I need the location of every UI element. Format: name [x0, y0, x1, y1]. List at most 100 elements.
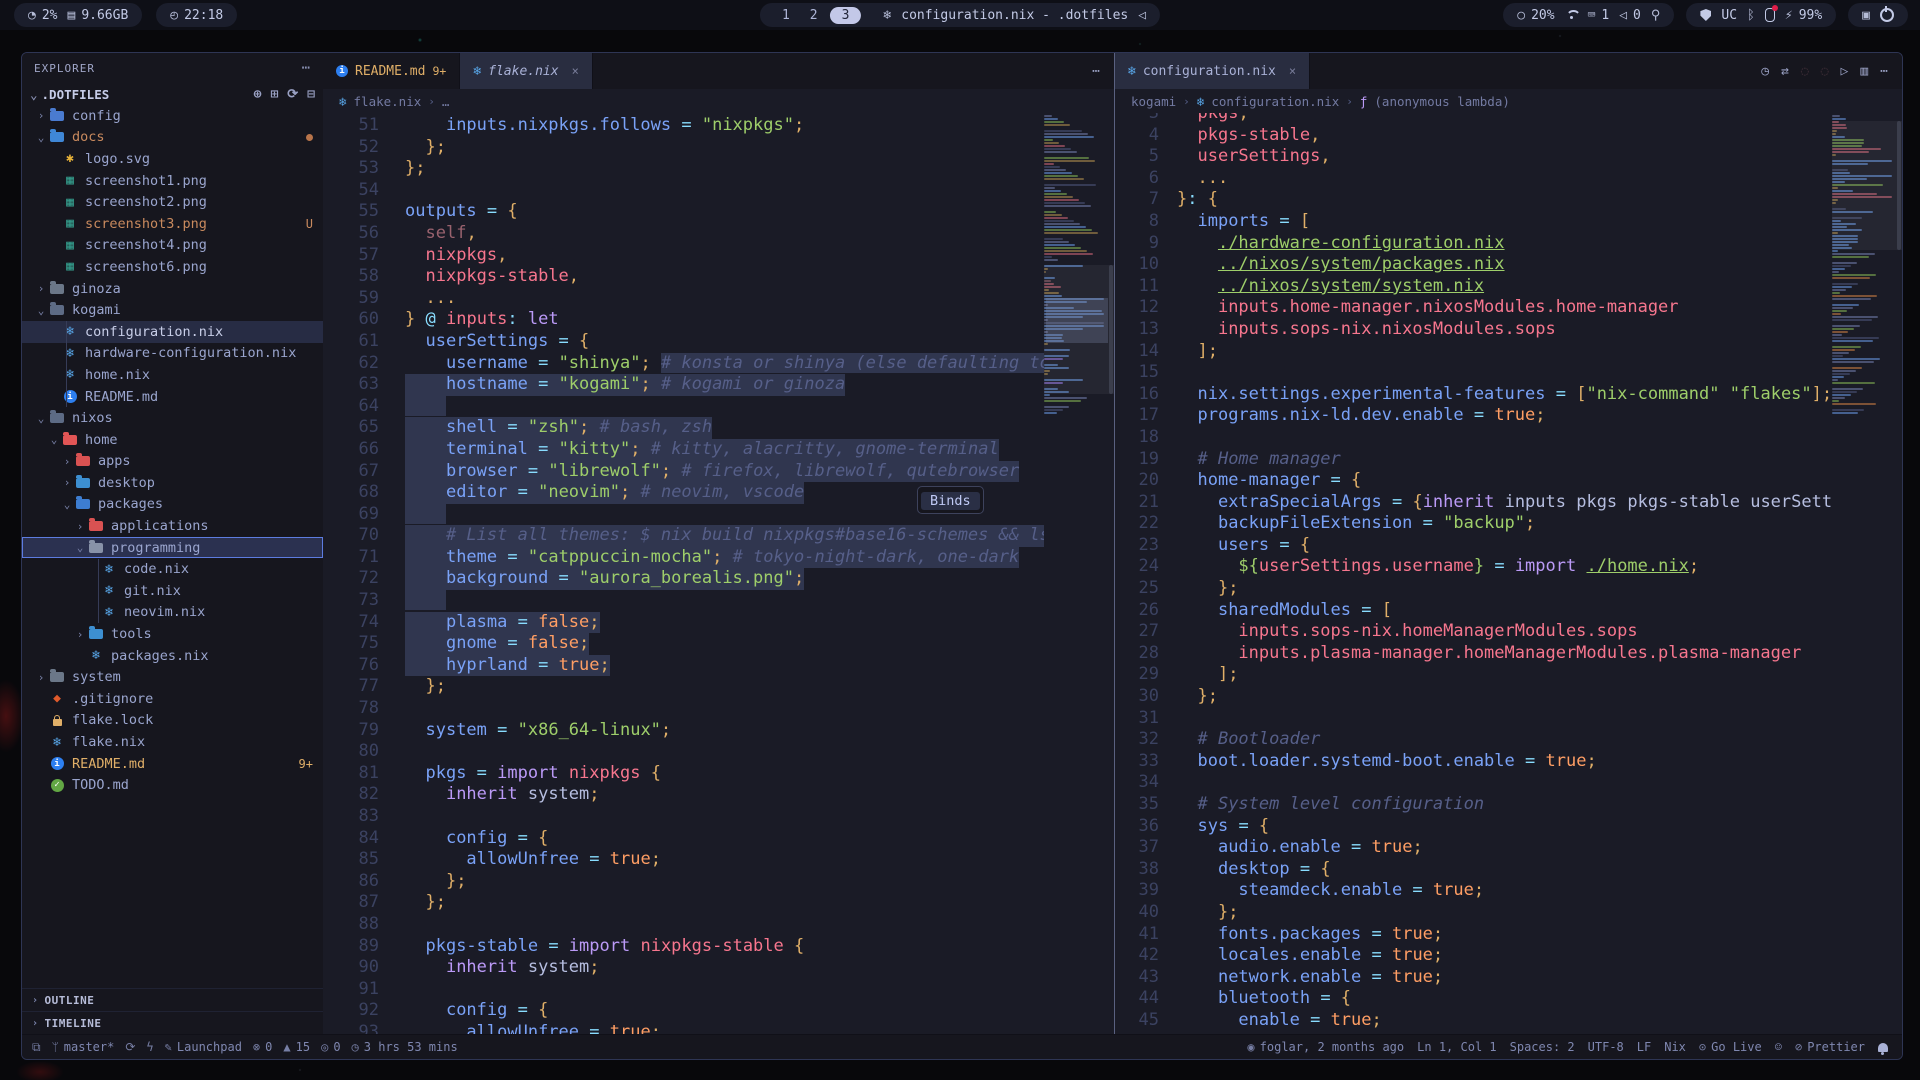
- status-encoding[interactable]: UTF-8: [1588, 1040, 1624, 1054]
- tree-item-nixos[interactable]: ⌄nixos: [22, 407, 323, 429]
- tree-item-readme.md[interactable]: iREADME.md: [22, 386, 323, 408]
- status-language-mode[interactable]: Nix: [1664, 1040, 1686, 1054]
- minimap-left[interactable]: [1044, 113, 1114, 1034]
- tree-item-config[interactable]: ›config: [22, 105, 323, 127]
- workspace-3[interactable]: 3: [830, 7, 862, 24]
- close-icon[interactable]: ×: [572, 64, 579, 78]
- tree-item-screenshot4.png[interactable]: ▦screenshot4.png: [22, 235, 323, 257]
- section-timeline[interactable]: ›TIMELINE: [22, 1011, 323, 1034]
- tree-item-todo.md[interactable]: ✓TODO.md: [22, 774, 323, 796]
- clipboard[interactable]: ▣: [1862, 8, 1870, 23]
- tree-item-git.nix[interactable]: ❄git.nix: [22, 580, 323, 602]
- scrollbar-left[interactable]: [1109, 265, 1113, 394]
- tab-configuration.nix[interactable]: ❄configuration.nix×: [1115, 53, 1310, 89]
- status-go-live[interactable]: ⊙Go Live: [1699, 1040, 1762, 1054]
- refresh-explorer-icon[interactable]: ⟳: [287, 87, 298, 102]
- status-eol[interactable]: LF: [1637, 1040, 1651, 1054]
- tab-README.md[interactable]: iREADME.md9+: [323, 53, 460, 89]
- status-indentation[interactable]: Spaces: 2: [1510, 1040, 1575, 1054]
- tree-item-code.nix[interactable]: ❄code.nix: [22, 558, 323, 580]
- minimap-right[interactable]: [1832, 113, 1902, 1034]
- tree-item-logo.svg[interactable]: ✱logo.svg: [22, 148, 323, 170]
- status-git-blame[interactable]: ◉foglar, 2 months ago: [1247, 1040, 1404, 1054]
- mouse[interactable]: [1765, 8, 1775, 22]
- scrollbar-right[interactable]: [1897, 121, 1901, 250]
- split-editor-icon[interactable]: ▥: [1860, 64, 1868, 79]
- battery[interactable]: ⚡99%: [1785, 8, 1822, 23]
- status-time-tracker[interactable]: ◷3 hrs 53 mins: [352, 1040, 458, 1054]
- code-area-left[interactable]: 51 inputs.nixpkgs.follows = "nixpkgs";52…: [323, 113, 1114, 1034]
- tab-flake.nix[interactable]: ❄flake.nix×: [460, 53, 593, 89]
- tree-item-screenshot2.png[interactable]: ▦screenshot2.png: [22, 191, 323, 213]
- status-errors[interactable]: ⊗0: [253, 1040, 272, 1054]
- power[interactable]: [1880, 8, 1894, 22]
- close-icon[interactable]: ×: [1289, 64, 1296, 78]
- tree-item-programming[interactable]: ⌄programming: [22, 537, 323, 559]
- tree-item-flake.lock[interactable]: flake.lock: [22, 710, 323, 732]
- status-extension-icon[interactable]: ☺: [1775, 1040, 1782, 1054]
- breadcrumb-item[interactable]: configuration.nix: [1211, 94, 1339, 109]
- open-changes-icon[interactable]: ⇄: [1781, 64, 1789, 79]
- status-warnings[interactable]: ▲15: [283, 1040, 310, 1054]
- collapse-folders-icon[interactable]: ⊟: [307, 87, 315, 102]
- section-outline[interactable]: ›OUTLINE: [22, 988, 323, 1011]
- explorer-more-actions-icon[interactable]: ⋯: [302, 60, 311, 76]
- tree-item-ginoza[interactable]: ›ginoza: [22, 278, 323, 300]
- minimap-slider[interactable]: [1832, 121, 1902, 250]
- cpu-usage[interactable]: ◔2%: [28, 8, 57, 23]
- tree-root-dotfiles[interactable]: ⌄ .DOTFILES ⊕⊞⟳⊟: [22, 83, 323, 105]
- workspace-2[interactable]: 2: [802, 8, 826, 23]
- tree-item-hardware-configuration.nix[interactable]: ❄hardware-configuration.nix: [22, 343, 323, 365]
- wifi[interactable]: [1565, 10, 1578, 20]
- tree-item-home[interactable]: ⌄home: [22, 429, 323, 451]
- code-area-right[interactable]: 3 pkgs,4 pkgs-stable,5 userSettings,6 ..…: [1115, 113, 1902, 1034]
- vpn-shield[interactable]: [1700, 9, 1711, 21]
- run-file-icon[interactable]: ▷: [1841, 64, 1849, 79]
- next-change-icon[interactable]: ◌: [1821, 64, 1829, 79]
- tree-item-system[interactable]: ›system: [22, 666, 323, 688]
- brightness[interactable]: ○20%: [1517, 8, 1554, 23]
- keyboard-lock[interactable]: ⌨1: [1588, 8, 1610, 23]
- tree-item-screenshot3.png[interactable]: ▦screenshot3.pngU: [22, 213, 323, 235]
- new-folder-icon[interactable]: ⊞: [270, 87, 278, 102]
- tree-item-applications[interactable]: ›applications: [22, 515, 323, 537]
- status-notifications[interactable]: [1878, 1043, 1888, 1052]
- status-ports[interactable]: ◎0: [321, 1040, 340, 1054]
- keyboard-layout[interactable]: UC: [1721, 8, 1737, 23]
- tree-item-.gitignore[interactable]: ◆.gitignore: [22, 688, 323, 710]
- more-actions-icon[interactable]: ⋯: [1092, 64, 1100, 79]
- status-git-sync[interactable]: ⟳: [125, 1040, 135, 1054]
- status-extension-indicator[interactable]: ϟ: [146, 1040, 153, 1054]
- breadcrumb-item[interactable]: kogami: [1131, 94, 1176, 109]
- status-git-branch[interactable]: ᛘmaster*: [52, 1040, 115, 1054]
- tree-item-tools[interactable]: ›tools: [22, 623, 323, 645]
- clock[interactable]: ◴22:18: [170, 8, 223, 23]
- tree-item-neovim.nix[interactable]: ❄neovim.nix: [22, 602, 323, 624]
- tree-item-screenshot6.png[interactable]: ▦screenshot6.png: [22, 256, 323, 278]
- breadcrumb-item[interactable]: flake.nix: [354, 94, 422, 109]
- tree-item-apps[interactable]: ›apps: [22, 451, 323, 473]
- tree-item-desktop[interactable]: ›desktop: [22, 472, 323, 494]
- volume-muted[interactable]: ◁0: [1619, 8, 1641, 23]
- tree-item-flake.nix[interactable]: ❄flake.nix: [22, 731, 323, 753]
- tree-item-packages[interactable]: ⌄packages: [22, 494, 323, 516]
- status-prettier[interactable]: ⊘Prettier: [1795, 1040, 1865, 1054]
- tree-item-configuration.nix[interactable]: ❄configuration.nix: [22, 321, 323, 343]
- memory-usage[interactable]: ▤9.66GB: [67, 8, 128, 23]
- new-file-icon[interactable]: ⊕: [254, 87, 262, 102]
- status-launchpad[interactable]: ✎Launchpad: [165, 1040, 242, 1054]
- previous-change-icon[interactable]: ◌: [1801, 64, 1809, 79]
- status-remote-window[interactable]: ⧉: [32, 1040, 41, 1055]
- tree-item-home.nix[interactable]: ❄home.nix: [22, 364, 323, 386]
- breadcrumb-item[interactable]: (anonymous lambda): [1374, 94, 1509, 109]
- more-actions-icon[interactable]: ⋯: [1880, 64, 1888, 79]
- tree-item-screenshot1.png[interactable]: ▦screenshot1.png: [22, 170, 323, 192]
- tree-item-docs[interactable]: ⌄docs: [22, 127, 323, 149]
- local-history-icon[interactable]: ◷: [1761, 64, 1769, 79]
- workspace-1[interactable]: 1: [774, 8, 798, 23]
- bluetooth[interactable]: ᛒ: [1747, 8, 1755, 23]
- microphone[interactable]: ⚲: [1651, 8, 1661, 23]
- tree-item-readme.md[interactable]: iREADME.md9+: [22, 753, 323, 775]
- breadcrumb-item[interactable]: …: [442, 94, 450, 109]
- tree-item-kogami[interactable]: ⌄kogami: [22, 299, 323, 321]
